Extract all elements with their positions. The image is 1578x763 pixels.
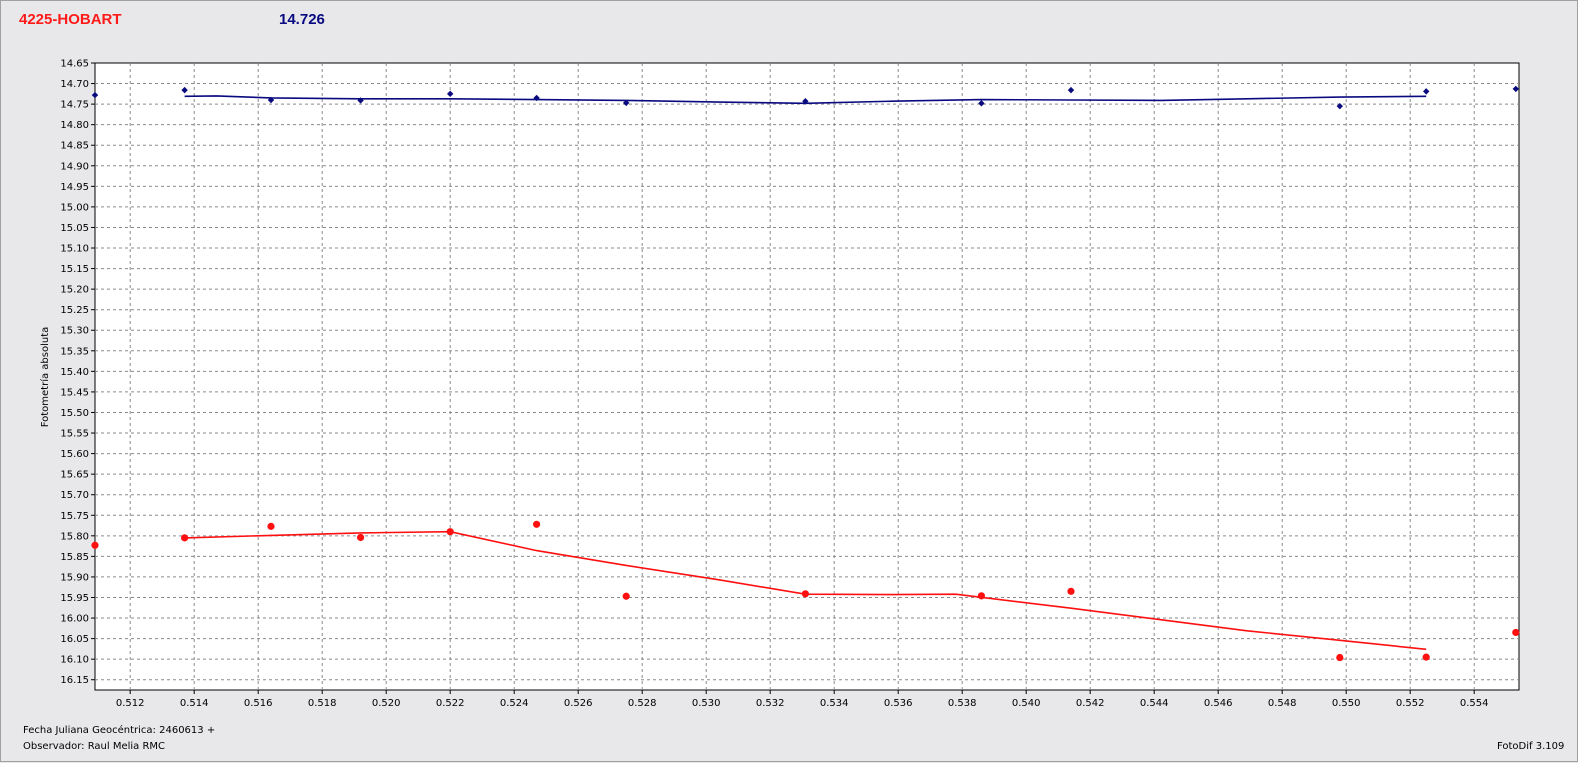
y-tick-label: 14.75: [60, 100, 89, 111]
y-tick-label: 15.85: [60, 552, 89, 563]
y-tick-label: 16.10: [60, 655, 89, 666]
series-2-point: [267, 522, 275, 530]
x-tick-label: 0.542: [1076, 698, 1105, 709]
y-tick-label: 15.70: [60, 490, 89, 501]
series-2-point: [1422, 653, 1430, 661]
y-tick-label: 15.75: [60, 511, 89, 522]
y-tick-label: 15.20: [60, 285, 89, 296]
y-tick-label: 16.15: [60, 675, 89, 686]
series-2-point: [977, 592, 986, 600]
y-tick-label: 15.05: [60, 223, 89, 234]
y-tick-label: 14.80: [60, 120, 89, 131]
x-axis-ticks: 0.512 0.514 0.516 0.518 0.520 0.522 0.524 0.526…: [116, 690, 1489, 709]
series-2-point: [801, 590, 810, 598]
x-tick-label: 0.552: [1396, 698, 1425, 709]
y-tick-label: 15.40: [60, 367, 89, 378]
x-tick-label: 0.520: [372, 698, 401, 709]
y-axis-label: Fotometría absoluta: [39, 327, 51, 428]
x-tick-label: 0.512: [116, 698, 145, 709]
y-tick-label: 14.70: [60, 79, 89, 90]
y-tick-label: 15.95: [60, 593, 89, 604]
y-tick-label: 14.65: [60, 59, 89, 70]
y-tick-label: 15.25: [60, 305, 89, 316]
y-tick-label: 14.85: [60, 141, 89, 152]
series-2-point: [533, 520, 541, 528]
x-tick-label: 0.516: [244, 698, 273, 709]
y-tick-label: 15.80: [60, 531, 89, 542]
series-2-point: [91, 541, 99, 549]
y-tick-label: 16.05: [60, 634, 89, 645]
y-tick-label: 15.15: [60, 264, 89, 275]
x-tick-label: 0.532: [756, 698, 785, 709]
x-tick-label: 0.540: [1012, 698, 1041, 709]
series-2-point: [357, 533, 365, 542]
x-tick-label: 0.534: [820, 698, 849, 709]
x-tick-label: 0.546: [1204, 698, 1233, 709]
x-tick-label: 0.538: [948, 698, 977, 709]
julian-date-label: Fecha Juliana Geocéntrica: 2460613 +: [23, 725, 216, 736]
x-tick-label: 0.554: [1460, 698, 1489, 709]
y-tick-label: 15.90: [60, 572, 89, 583]
y-tick-label: 15.10: [60, 244, 89, 255]
y-tick-label: 15.35: [60, 346, 89, 357]
x-tick-label: 0.522: [436, 698, 465, 709]
x-tick-label: 0.518: [308, 698, 337, 709]
x-tick-label: 0.550: [1332, 698, 1361, 709]
x-tick-label: 0.548: [1268, 698, 1297, 709]
x-tick-label: 0.536: [884, 698, 913, 709]
series-2-point: [181, 534, 189, 542]
x-tick-label: 0.528: [628, 698, 657, 709]
x-tick-label: 0.526: [564, 698, 593, 709]
series-2-point: [1512, 628, 1520, 637]
y-tick-label: 15.60: [60, 449, 89, 460]
y-tick-label: 15.65: [60, 470, 89, 481]
software-version: FotoDif 3.109: [1497, 741, 1565, 752]
photometry-chart: 14.65 14.70 14.75 14.80 14.85 14.90 14.95 15.00…: [39, 59, 1520, 709]
y-tick-label: 14.95: [60, 182, 89, 193]
y-tick-label: 15.55: [60, 429, 89, 440]
y-tick-label: 16.00: [60, 614, 89, 625]
x-tick-label: 0.514: [180, 698, 209, 709]
x-tick-label: 0.530: [692, 698, 721, 709]
chart-window: 4225-HOBART 14.726 14.65 14.70 14.75 14.80 1…: [0, 0, 1578, 762]
series-2-point: [1336, 653, 1344, 662]
y-tick-label: 15.30: [60, 326, 89, 337]
y-tick-label: 15.50: [60, 408, 89, 419]
x-tick-label: 0.544: [1140, 698, 1169, 709]
y-tick-label: 15.45: [60, 387, 89, 398]
series-2-point: [446, 528, 454, 536]
series-2-point: [1067, 587, 1075, 595]
x-tick-label: 0.524: [500, 698, 529, 709]
observer-label: Observador: Raul Melia RMC: [23, 741, 166, 752]
y-tick-label: 14.90: [60, 161, 89, 172]
y-axis-ticks: 14.65 14.70 14.75 14.80 14.85 14.90 14.95 15.00…: [60, 59, 95, 686]
series-2-point: [622, 592, 630, 600]
y-tick-label: 15.00: [60, 202, 89, 213]
